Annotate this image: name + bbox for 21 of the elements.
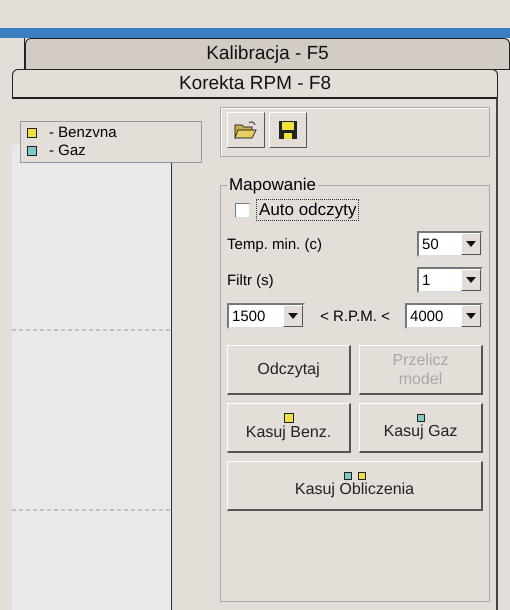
dropdown[interactable]: 1500 — [227, 303, 305, 329]
checkbox-label[interactable]: Auto odczyty — [256, 199, 360, 221]
rpm-label: < R.P.M. < — [320, 308, 390, 324]
field-label: Filtr (s) — [227, 272, 274, 288]
group-title: Mapowanie — [228, 175, 317, 195]
tab[interactable]: Korekta RPM - F8 — [12, 69, 498, 97]
action-button[interactable]: Odczytaj — [227, 345, 351, 395]
legend-label: - Gaz — [49, 142, 86, 160]
dropdown[interactable]: 4000 — [404, 303, 483, 329]
legend-label: - Benzvna — [49, 124, 117, 142]
dropdown[interactable]: 1 — [417, 267, 483, 293]
checkbox[interactable] — [235, 202, 250, 218]
action-button[interactable]: Kasuj Obliczenia — [227, 461, 483, 511]
dropdown[interactable]: 50 — [417, 231, 483, 257]
field-label: Temp. min. (c) — [227, 236, 322, 252]
save-button[interactable] — [269, 112, 307, 148]
tab[interactable]: Kalibracja - F5 — [25, 38, 510, 70]
action-button[interactable]: Kasuj Benz. — [227, 403, 351, 453]
action-button[interactable]: Kasuj Gaz — [359, 403, 483, 453]
folder-icon — [234, 120, 258, 140]
open-button[interactable] — [227, 112, 265, 148]
